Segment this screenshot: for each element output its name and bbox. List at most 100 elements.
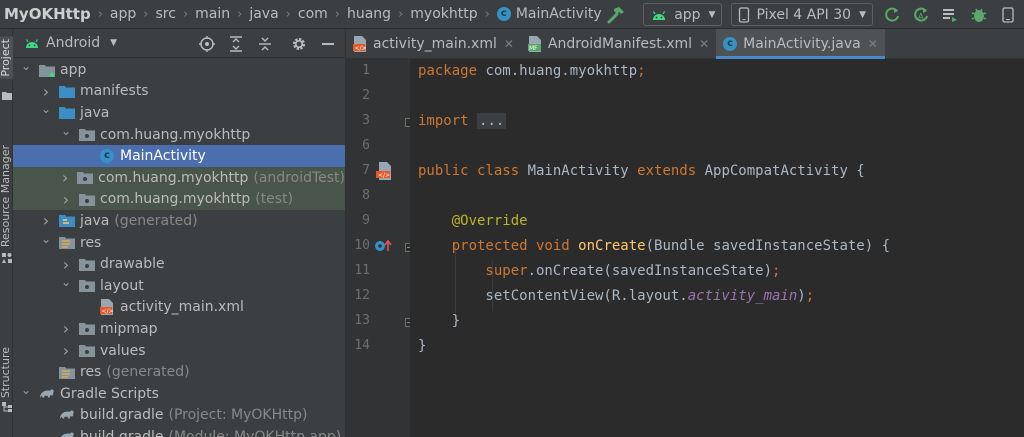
breadcrumb-item[interactable]: huang xyxy=(347,6,391,22)
tree-item-label: res xyxy=(80,234,102,251)
chevron-right-icon[interactable]: › xyxy=(59,168,71,187)
code-token: protected void xyxy=(418,238,579,254)
class-icon: c xyxy=(496,7,511,21)
project-view-select[interactable]: Android ▼ xyxy=(13,35,117,51)
chevron-down-icon[interactable]: ⌄ xyxy=(39,102,53,116)
tree-item[interactable]: › values xyxy=(13,340,345,362)
gradle-icon xyxy=(59,430,75,437)
chevron-down-icon[interactable]: ⌄ xyxy=(19,59,33,73)
close-icon[interactable]: ✕ xyxy=(504,37,514,51)
code-token: (Bundle savedInstanceState) { xyxy=(645,238,891,254)
chevron-down-icon: ▼ xyxy=(708,9,716,20)
resource-manager-tool-button[interactable]: Resource Manager xyxy=(0,145,13,247)
tree-item-label: res xyxy=(80,364,102,381)
logcat-icon[interactable] xyxy=(940,5,960,25)
tree-item[interactable]: › com.huang.myokhttp (test) xyxy=(13,188,345,211)
editor-tab[interactable]: MF AndroidManifest.xml ✕ xyxy=(521,29,716,59)
apply-changes-restart-icon[interactable] xyxy=(882,5,902,25)
apply-code-changes-icon[interactable]: A xyxy=(911,5,931,25)
editor-tab-label: activity_main.xml xyxy=(373,36,497,52)
code-token: } xyxy=(418,313,461,329)
editor-tab-bar: </> activity_main.xml ✕ MF AndroidManifest.x… xyxy=(346,29,1024,59)
expand-all-icon[interactable] xyxy=(227,35,245,53)
editor-tab[interactable]: c MainActivity.java ✕ xyxy=(716,29,885,59)
tree-item[interactable]: ⌄ com.huang.myokhttp xyxy=(13,124,345,146)
tree-item[interactable]: › com.huang.myokhttp (androidTest) xyxy=(13,166,345,189)
tree-item-label: java xyxy=(80,212,110,229)
chevron-right-icon[interactable]: › xyxy=(59,341,73,360)
android-icon xyxy=(653,10,666,20)
package-icon xyxy=(79,344,95,358)
device-select[interactable]: Pixel 4 API 30 ▼ xyxy=(731,3,873,26)
code-line: package com.huang.myokhttp; xyxy=(418,63,646,79)
res-folder-icon xyxy=(59,236,75,250)
code-line: setContentView(R.layout.activity_main); xyxy=(418,288,814,304)
breadcrumb-item[interactable]: myokhttp xyxy=(410,6,477,22)
code-token: activity_main xyxy=(687,288,798,304)
gear-icon[interactable] xyxy=(290,35,308,53)
chevron-right-icon[interactable]: › xyxy=(59,190,73,209)
structure-tool-button[interactable]: Structure xyxy=(0,347,13,398)
tree-item[interactable]: ⌄ app xyxy=(13,59,345,81)
activity-layout-icon[interactable]: </> xyxy=(376,162,392,184)
tree-item[interactable]: › mipmap xyxy=(13,318,345,340)
code-token: MainActivity xyxy=(527,163,638,179)
tree-item[interactable]: › drawable xyxy=(13,253,345,275)
tree-item-label: build.gradle xyxy=(80,407,164,424)
run-configuration-select[interactable]: app ▼ xyxy=(643,3,723,26)
tree-item[interactable]: c MainActivity xyxy=(13,145,345,167)
breadcrumb-item[interactable]: MyOKHttp xyxy=(4,5,91,23)
tree-item-label: MainActivity xyxy=(120,148,206,165)
breadcrumb-item[interactable]: c MainActivity xyxy=(496,6,602,22)
line-number: 10 xyxy=(354,238,370,253)
breadcrumb-item[interactable]: com xyxy=(298,6,328,22)
breadcrumb-item[interactable]: main xyxy=(195,6,230,22)
project-tool-button[interactable]: Project xyxy=(0,37,13,79)
tree-item[interactable]: › manifests xyxy=(13,81,345,103)
debug-icon[interactable] xyxy=(969,5,989,25)
chevron-down-icon[interactable]: ⌄ xyxy=(59,124,73,138)
tree-item[interactable]: › java (generated) xyxy=(13,210,345,232)
chevron-right-icon[interactable]: › xyxy=(39,211,53,230)
tree-item[interactable]: ⌄ Gradle Scripts xyxy=(13,383,345,405)
line-number: 7 xyxy=(362,163,370,178)
structure-icon xyxy=(2,402,12,412)
code-token: super xyxy=(418,263,528,279)
chevron-down-icon[interactable]: ⌄ xyxy=(59,275,73,289)
breadcrumb-item[interactable]: app xyxy=(110,6,136,22)
folded-code-placeholder[interactable]: ... xyxy=(477,113,507,129)
tree-item[interactable]: res (generated) xyxy=(13,361,345,383)
override-method-icon[interactable] xyxy=(374,239,392,257)
chevron-right-icon[interactable]: › xyxy=(59,319,73,338)
tree-item[interactable]: build.gradle (Project: MyOKHttp) xyxy=(13,405,345,427)
code-line: } xyxy=(418,313,460,329)
code-editor[interactable]: package com.huang.myokhttp; import ... pub… xyxy=(410,59,1024,437)
tree-item-label: build.gradle xyxy=(80,428,164,437)
build-hammer-icon[interactable] xyxy=(605,4,627,26)
close-icon[interactable]: ✕ xyxy=(699,37,709,51)
chevron-down-icon[interactable]: ⌄ xyxy=(39,232,53,246)
tree-item-label: values xyxy=(100,342,146,359)
breadcrumb-item[interactable]: src xyxy=(155,6,175,22)
folder-icon xyxy=(2,92,12,100)
tree-item[interactable]: ⌄ java xyxy=(13,102,345,124)
chevron-down-icon: ▼ xyxy=(859,9,866,20)
line-number: 3 xyxy=(362,113,370,128)
chevron-right-icon[interactable]: › xyxy=(59,255,73,274)
device-manager-icon[interactable] xyxy=(998,5,1018,25)
chevron-down-icon[interactable]: ⌄ xyxy=(19,383,33,397)
minimize-icon[interactable] xyxy=(319,35,337,53)
line-number: 2 xyxy=(362,88,370,103)
tree-item-label: activity_main.xml xyxy=(120,299,244,316)
editor-tab[interactable]: </> activity_main.xml ✕ xyxy=(346,29,521,59)
select-opened-file-icon[interactable] xyxy=(198,35,216,53)
tree-item[interactable]: ⌄ layout xyxy=(13,275,345,297)
tree-item[interactable]: ⌄ res xyxy=(13,232,345,254)
chevron-right-icon[interactable]: › xyxy=(39,82,53,101)
collapse-all-icon[interactable] xyxy=(256,35,274,53)
breadcrumb-item[interactable]: java xyxy=(249,6,278,22)
tree-item[interactable]: build.gradle (Module: MyOKHttp.app) xyxy=(13,426,345,437)
tree-item[interactable]: </> activity_main.xml xyxy=(13,297,345,319)
code-token: ; xyxy=(637,63,646,79)
close-icon[interactable]: ✕ xyxy=(868,37,878,51)
